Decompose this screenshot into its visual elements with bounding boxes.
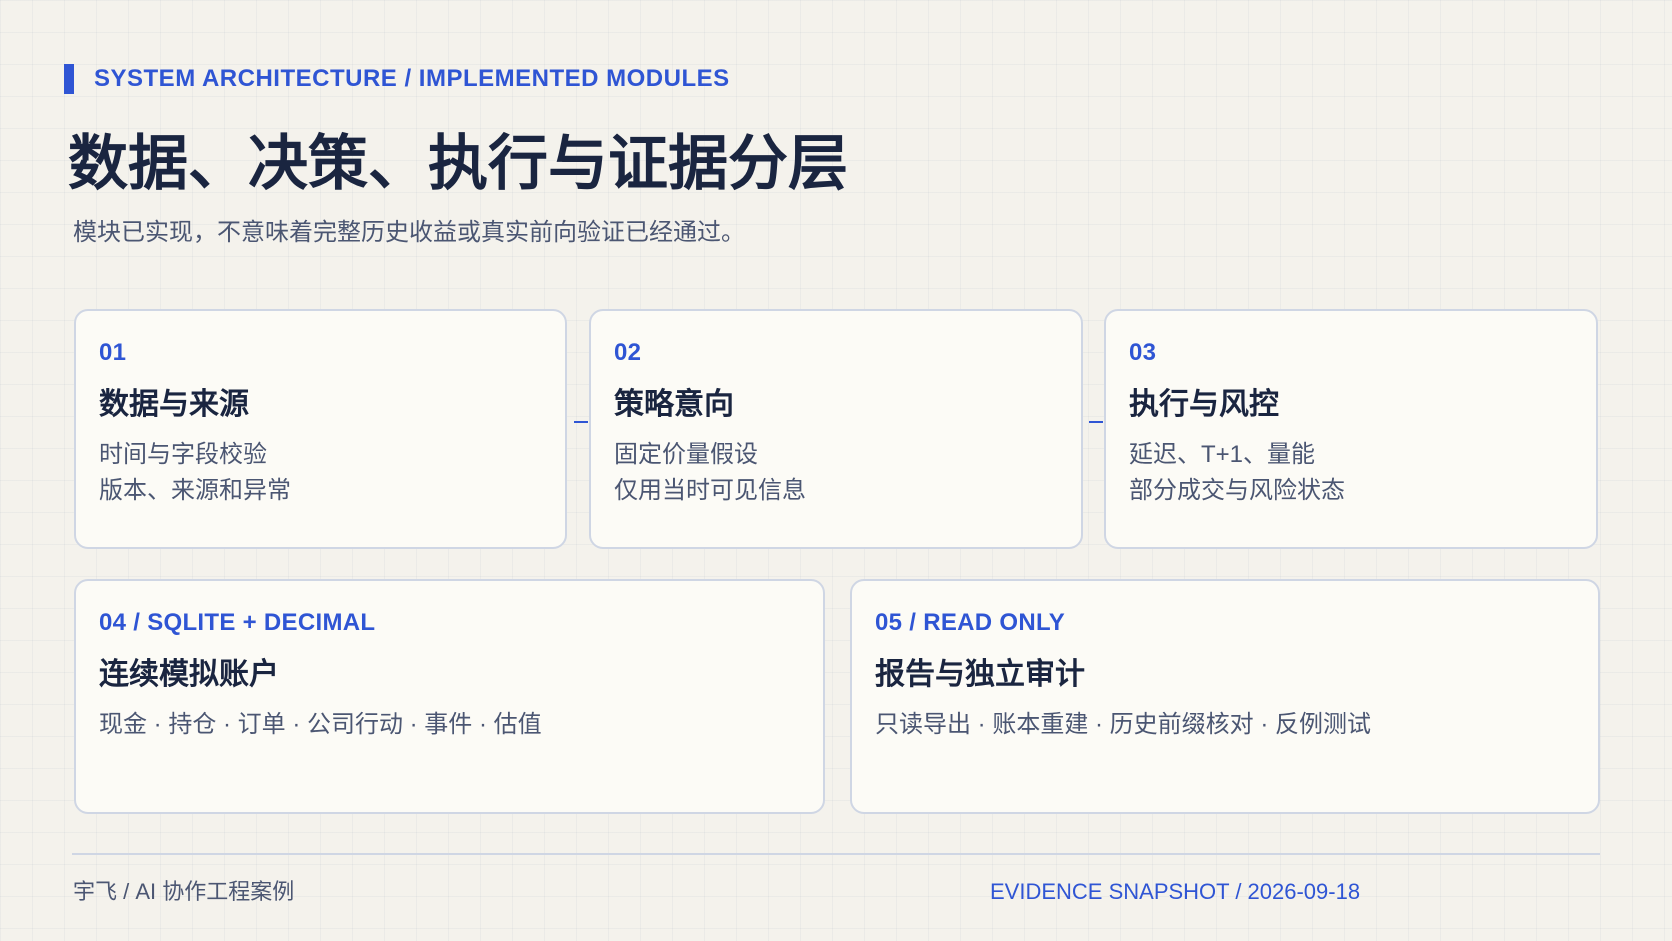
footer-divider xyxy=(72,853,1600,855)
module-number: 05 / READ ONLY xyxy=(875,609,1066,636)
module-number: 01 xyxy=(99,339,127,366)
module-description: 只读导出 · 账本重建 · 历史前缀核对 · 反例测试 xyxy=(875,711,1371,738)
module-title: 执行与风控 xyxy=(1129,388,1279,421)
footer-snapshot: EVIDENCE SNAPSHOT / 2026-09-18 xyxy=(990,879,1361,904)
module-number: 03 xyxy=(1129,339,1157,366)
module-detail-line: 仅用当时可见信息 xyxy=(614,477,806,504)
connector-line xyxy=(574,421,588,423)
module-number: 04 / SQLITE + DECIMAL xyxy=(99,609,376,636)
module-details: 时间与字段校验 版本、来源和异常 xyxy=(99,437,291,509)
page-title: 数据、决策、执行与证据分层 xyxy=(68,130,848,197)
module-detail-line: 固定价量假设 xyxy=(614,441,758,468)
module-title: 策略意向 xyxy=(614,388,734,421)
footer-author: 宇飞 / AI 协作工程案例 xyxy=(73,879,295,904)
module-card-05: 05 / READ ONLY 报告与独立审计 只读导出 · 账本重建 · 历史前… xyxy=(850,579,1600,814)
module-card-03: 03 执行与风控 延迟、T+1、量能 部分成交与风险状态 xyxy=(1104,309,1598,549)
module-number: 02 xyxy=(614,339,642,366)
module-card-04: 04 / SQLITE + DECIMAL 连续模拟账户 现金 · 持仓 · 订… xyxy=(74,579,825,814)
module-title: 报告与独立审计 xyxy=(875,658,1085,691)
module-description: 现金 · 持仓 · 订单 · 公司行动 · 事件 · 估值 xyxy=(99,711,542,738)
module-detail-line: 延迟、T+1、量能 xyxy=(1129,441,1316,468)
page-subtitle: 模块已实现，不意味着完整历史收益或真实前向验证已经通过。 xyxy=(73,219,745,246)
module-title: 数据与来源 xyxy=(99,388,249,421)
module-card-01: 01 数据与来源 时间与字段校验 版本、来源和异常 xyxy=(74,309,567,549)
section-eyebrow: SYSTEM ARCHITECTURE / IMPLEMENTED MODULE… xyxy=(64,64,730,94)
module-details: 延迟、T+1、量能 部分成交与风险状态 xyxy=(1129,437,1345,509)
module-card-02: 02 策略意向 固定价量假设 仅用当时可见信息 xyxy=(589,309,1083,549)
module-detail-line: 版本、来源和异常 xyxy=(99,477,291,504)
accent-bar xyxy=(64,64,74,94)
eyebrow-label: SYSTEM ARCHITECTURE / IMPLEMENTED MODULE… xyxy=(94,65,730,92)
module-title: 连续模拟账户 xyxy=(99,658,279,691)
connector-line xyxy=(1089,421,1103,423)
module-detail-line: 时间与字段校验 xyxy=(99,441,267,468)
module-details: 固定价量假设 仅用当时可见信息 xyxy=(614,437,806,509)
module-detail-line: 部分成交与风险状态 xyxy=(1129,477,1345,504)
